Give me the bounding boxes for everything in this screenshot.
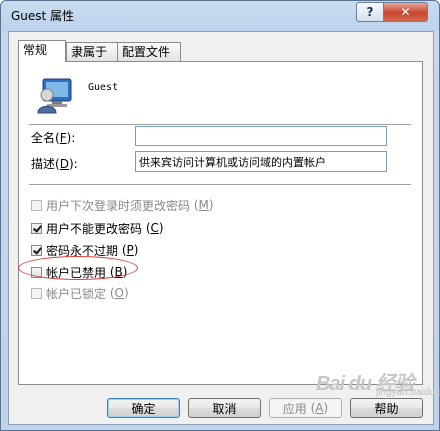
fullname-accel: F [59,131,67,145]
description-accel: D [59,157,69,171]
checkbox-box [31,287,42,299]
close-button[interactable]: ✕ [383,2,428,22]
help-button[interactable]: 帮助 [350,398,423,418]
ok-button[interactable]: 确定 [107,398,180,418]
checkbox-label: 帐户已锁定 [46,286,107,301]
tab-label: 常规 [23,43,48,57]
dialog-body: 常规 隶属于 配置文件 Guest 全名(F): 描述(D): 供来宾访问计算机… [8,31,434,425]
apply-label: 应用 [282,401,307,416]
description-label-text: 描述 [31,157,56,171]
apply-accel: A [315,401,324,415]
tab-profile[interactable]: 配置文件 [117,42,181,61]
baidu-watermark-logo: Bai du 经验 jingyan.baidu.com [316,367,440,398]
fullname-label: 全名(F): [31,131,76,145]
help-label: 帮助 [374,401,399,416]
cannot-change-password-checkbox[interactable]: 用户不能更改密码 (C) [31,220,164,236]
must-change-password-checkbox[interactable]: 用户下次登录时须更改密码 (M) [31,197,214,213]
checkbox-accel: C [150,221,159,235]
question-icon: ? [366,5,374,19]
user-icon [37,78,72,114]
fullname-input[interactable] [135,126,387,146]
checkbox-label: 用户下次登录时须更改密码 [46,198,191,213]
checkbox-box [31,199,42,211]
checkbox-accel: O [114,286,124,300]
fullname-label-text: 全名 [31,131,56,145]
description-value: 供来宾访问计算机或访问域的内置帐户 [139,156,326,169]
divider [29,184,411,186]
title-bar[interactable]: Guest 属性 ? ✕ [1,1,439,31]
description-input[interactable]: 供来宾访问计算机或访问域的内置帐户 [135,151,387,172]
checkbox-label: 用户不能更改密码 [46,221,143,236]
close-icon: ✕ [400,5,411,19]
checkbox-accel: P [126,243,134,257]
apply-button[interactable]: 应用 (A) [269,398,342,418]
checkbox-box [31,244,42,256]
cancel-label: 取消 [212,401,237,416]
properties-window: Guest 属性 ? ✕ 常规 隶属于 配置文件 Guest 全名(F): 描述… [0,0,440,431]
watermark-url: jingyan.baidu.com [376,387,440,398]
account-locked-checkbox[interactable]: 帐户已锁定 (O) [31,285,129,301]
general-tab-panel: Guest 全名(F): 描述(D): 供来宾访问计算机或访问域的内置帐户 用户… [18,61,423,385]
checkbox-accel: M [198,198,209,212]
tab-label: 隶属于 [71,45,108,59]
help-caption-button[interactable]: ? [356,2,384,22]
description-label: 描述(D): [31,157,78,171]
tab-label: 配置文件 [122,45,171,59]
user-name: Guest [88,82,119,93]
tab-member-of[interactable]: 隶属于 [66,42,118,61]
ok-label: 确定 [131,401,156,416]
tab-general[interactable]: 常规 [18,40,66,62]
window-title: Guest 属性 [11,9,75,23]
checkbox-box [31,222,42,234]
highlight-ellipse [18,256,138,280]
cancel-button[interactable]: 取消 [188,398,261,418]
